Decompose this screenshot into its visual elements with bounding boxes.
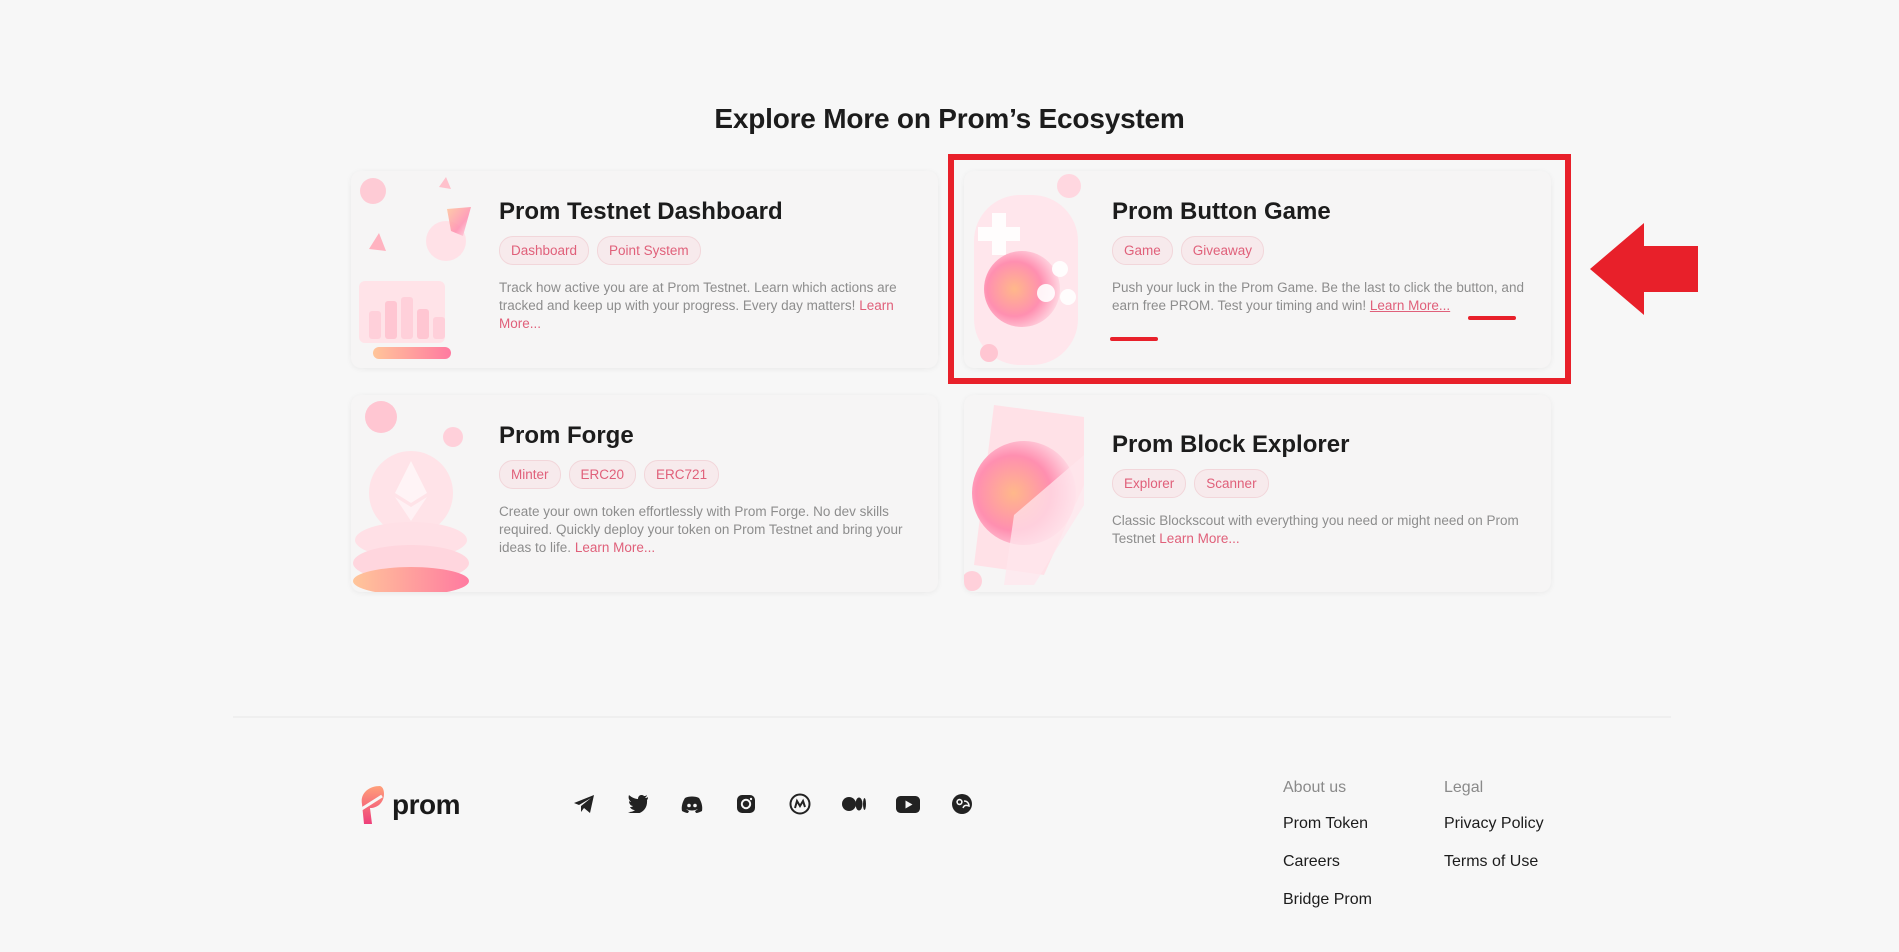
arrow-left-icon [1590, 223, 1698, 315]
footer-logo-text: prom [392, 789, 461, 820]
dashboard-illustration [351, 171, 471, 368]
prom-logo-icon [359, 786, 384, 824]
card-description: Classic Blockscout with everything you n… [1112, 513, 1519, 546]
tag-dashboard[interactable]: Dashboard [499, 236, 590, 265]
card-description: Track how active you are at Prom Testnet… [499, 280, 897, 331]
footer-logo[interactable]: prom [358, 784, 461, 826]
tag-scanner[interactable]: Scanner [1194, 469, 1269, 498]
learn-more-link[interactable]: Learn More... [575, 540, 655, 555]
footer-legal-column: Legal Privacy Policy Terms of Use [1444, 779, 1544, 891]
medium-icon[interactable] [842, 792, 866, 816]
discord-icon[interactable] [680, 792, 704, 816]
gamepad-illustration [964, 171, 1084, 368]
underline-mark [1110, 337, 1158, 341]
card-description: Push your luck in the Prom Game. Be the … [1112, 280, 1524, 313]
footer-about-heading: About us [1283, 779, 1347, 796]
tag-point-system[interactable]: Point System [597, 236, 701, 265]
explorer-illustration [964, 395, 1084, 592]
underline-mark [1468, 316, 1516, 320]
footer-link-terms-of-use[interactable]: Terms of Use [1444, 853, 1544, 871]
footer-link-careers[interactable]: Careers [1283, 853, 1372, 871]
footer-link-prom-token[interactable]: Prom Token [1283, 815, 1372, 833]
social-icons [572, 792, 974, 816]
tag-explorer[interactable]: Explorer [1112, 469, 1187, 498]
tag-minter[interactable]: Minter [499, 460, 561, 489]
card-prom-forge[interactable]: Prom Forge Minter ERC20 ERC721 Create yo… [351, 395, 938, 592]
card-title: Prom Block Explorer [1112, 431, 1350, 458]
coingecko-icon[interactable] [950, 792, 974, 816]
footer-about-column: About us Prom Token Careers Bridge Prom [1283, 779, 1372, 929]
footer-legal-heading: Legal [1444, 779, 1484, 796]
section-title: Explore More on Prom’s Ecosystem [714, 103, 1185, 134]
learn-more-link[interactable]: Learn More... [1370, 298, 1450, 313]
card-description: Create your own token effortlessly with … [499, 504, 903, 555]
card-testnet-dashboard[interactable]: Prom Testnet Dashboard Dashboard Point S… [351, 171, 938, 368]
telegram-icon[interactable] [572, 792, 596, 816]
tag-giveaway[interactable]: Giveaway [1180, 236, 1265, 265]
card-block-explorer[interactable]: Prom Block Explorer Explorer Scanner Cla… [964, 395, 1551, 592]
learn-more-link[interactable]: Learn More... [1159, 531, 1239, 546]
footer-link-privacy-policy[interactable]: Privacy Policy [1444, 815, 1544, 833]
tag-erc20[interactable]: ERC20 [568, 460, 637, 489]
youtube-icon[interactable] [896, 792, 920, 816]
card-title: Prom Forge [499, 422, 634, 449]
card-title: Prom Button Game [1112, 198, 1331, 225]
tag-game[interactable]: Game [1112, 236, 1173, 265]
footer-divider [233, 716, 1671, 718]
tag-erc721[interactable]: ERC721 [644, 460, 720, 489]
card-button-game[interactable]: Prom Button Game Game Giveaway Push your… [964, 171, 1551, 368]
coinmarketcap-icon[interactable] [788, 792, 812, 816]
footer-link-bridge-prom[interactable]: Bridge Prom [1283, 891, 1372, 909]
instagram-icon[interactable] [734, 792, 758, 816]
twitter-icon[interactable] [626, 792, 650, 816]
card-title: Prom Testnet Dashboard [499, 198, 783, 225]
forge-illustration [351, 395, 471, 592]
